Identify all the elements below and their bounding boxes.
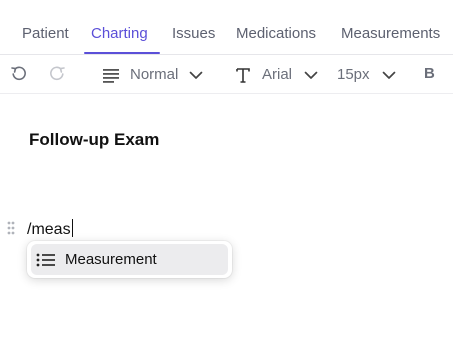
- font-icon: [236, 68, 250, 83]
- font-size-dropdown[interactable]: 15px: [337, 65, 396, 85]
- slash-command-menu: Measurement: [27, 241, 232, 278]
- font-size-value: 15px: [337, 66, 370, 83]
- block-type-value: Normal: [130, 66, 179, 83]
- chevron-down-icon: [189, 71, 203, 79]
- text-caret: [71, 219, 74, 237]
- tab-charting[interactable]: Charting: [91, 24, 148, 44]
- list-icon: [36, 253, 55, 266]
- line-text: /meas: [27, 221, 71, 238]
- chevron-down-icon: [382, 71, 395, 79]
- block-type-dropdown[interactable]: Normal: [103, 65, 203, 85]
- redo-button[interactable]: [48, 65, 66, 83]
- tab-bar: Patient Charting Issues Medications Meas…: [0, 0, 453, 55]
- font-family-dropdown[interactable]: Arial: [236, 65, 318, 85]
- paragraph-icon: [103, 69, 119, 83]
- menu-item-label: Measurement: [65, 251, 157, 268]
- note-heading[interactable]: Follow-up Exam: [29, 130, 159, 150]
- drag-handle-icon[interactable]: [7, 221, 15, 240]
- tab-issues[interactable]: Issues: [172, 24, 215, 44]
- undo-button[interactable]: [10, 65, 28, 83]
- tab-patient[interactable]: Patient: [22, 24, 69, 44]
- redo-icon: [50, 66, 65, 81]
- font-family-value: Arial: [262, 66, 293, 83]
- editor-toolbar: Normal Arial 15px B: [0, 56, 453, 94]
- bold-button[interactable]: B: [424, 65, 435, 82]
- editor-current-line[interactable]: /meas: [27, 219, 74, 240]
- tab-measurements[interactable]: Measurements: [341, 24, 440, 44]
- undo-icon: [11, 66, 26, 81]
- menu-item-measurement[interactable]: Measurement: [31, 244, 228, 275]
- active-tab-indicator: [84, 52, 160, 54]
- chevron-down-icon: [304, 71, 318, 79]
- tab-medications[interactable]: Medications: [236, 24, 316, 44]
